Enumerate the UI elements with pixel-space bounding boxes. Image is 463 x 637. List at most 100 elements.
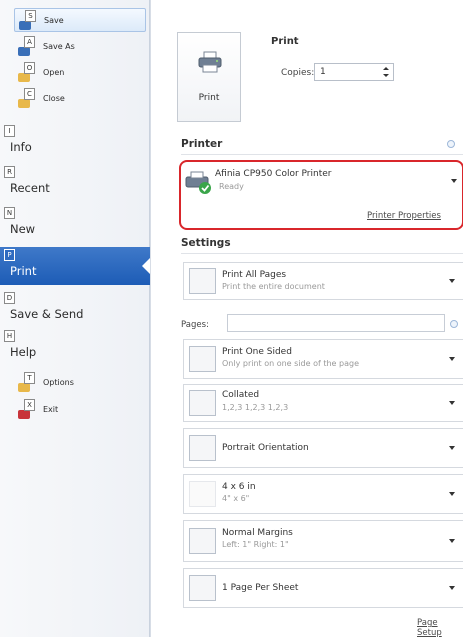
sidebar-item-label: New <box>10 222 36 236</box>
dropdown-title: Portrait Orientation <box>222 443 309 453</box>
pages-label: Pages: <box>181 320 209 330</box>
sidebar-item-label: Recent <box>10 181 50 195</box>
print-pane: Print Print Copies: 1 Printer Afinia CP9… <box>150 0 463 637</box>
shortcut-key: D <box>4 292 15 304</box>
page-icon <box>189 268 216 294</box>
printer-status: Ready <box>219 182 244 191</box>
dropdown-title: Collated <box>222 390 260 400</box>
shortcut-key: R <box>4 166 15 178</box>
copies-spinner[interactable]: 1 <box>314 63 394 81</box>
pages-per-sheet-dropdown[interactable]: 1 Page Per Sheet <box>183 568 463 608</box>
chevron-down-icon <box>449 586 455 590</box>
dropdown-title: Print All Pages <box>222 270 287 280</box>
dropdown-subtitle: Print the entire document <box>222 282 325 291</box>
dropdown-subtitle: 1,2,3 1,2,3 1,2,3 <box>222 403 289 412</box>
printer-icon <box>198 51 222 73</box>
printer-properties-link[interactable]: Printer Properties <box>367 211 441 221</box>
divider <box>181 253 463 254</box>
shortcut-key: N <box>4 207 15 219</box>
dropdown-subtitle: Only print on one side of the page <box>222 359 359 368</box>
print-button[interactable]: Print <box>177 32 241 122</box>
page-setup-link[interactable]: Page Setup <box>417 618 463 637</box>
printer-ready-icon <box>185 171 211 194</box>
sidebar-item-exit[interactable]: X Exit <box>18 397 58 421</box>
sidebar-item-new[interactable]: N New <box>0 205 150 243</box>
copies-label: Copies: <box>281 68 315 78</box>
folder-open-icon: O <box>18 62 40 82</box>
orientation-dropdown[interactable]: Portrait Orientation <box>183 428 463 468</box>
margins-dropdown[interactable]: Normal Margins Left: 1" Right: 1" <box>183 520 463 562</box>
info-icon[interactable] <box>450 320 458 328</box>
sidebar-item-info[interactable]: I Info <box>0 123 150 161</box>
sidebar-item-label: Exit <box>43 404 59 414</box>
sidebar-item-label: Save As <box>43 41 75 51</box>
sidebar-item-label: Print <box>10 264 37 278</box>
shortcut-key: S <box>25 10 36 22</box>
print-button-label: Print <box>198 93 220 103</box>
sidebar-item-save[interactable]: S Save <box>14 8 146 32</box>
shortcut-key: P <box>4 249 15 261</box>
copies-value: 1 <box>320 67 326 77</box>
chevron-down-icon <box>449 539 455 543</box>
print-heading: Print <box>271 36 299 47</box>
dropdown-title: 1 Page Per Sheet <box>222 583 299 593</box>
sidebar-item-save-as[interactable]: A Save As <box>18 34 75 58</box>
sidebar-item-save-send[interactable]: D Save & Send <box>0 290 150 328</box>
printer-dropdown[interactable]: Afinia CP950 Color Printer Ready <box>185 165 457 201</box>
collated-icon <box>189 390 216 416</box>
folder-close-icon: C <box>18 88 40 108</box>
shortcut-key: I <box>4 125 15 137</box>
sidebar-item-label: Close <box>43 93 65 103</box>
portrait-icon <box>189 435 216 461</box>
printer-heading: Printer <box>181 138 223 150</box>
paper-size-dropdown[interactable]: 4 x 6 in 4" x 6" <box>183 474 463 514</box>
options-icon: T <box>18 372 40 392</box>
shortcut-key: O <box>24 62 35 74</box>
divider <box>181 154 463 155</box>
save-as-icon: A <box>18 36 40 56</box>
paper-size-icon <box>189 481 216 507</box>
sidebar-item-open[interactable]: O Open <box>18 60 64 84</box>
dropdown-subtitle: 4" x 6" <box>222 494 250 503</box>
shortcut-key: A <box>24 36 35 48</box>
chevron-down-icon <box>449 401 455 405</box>
sidebar-item-options[interactable]: T Options <box>18 370 74 394</box>
dropdown-subtitle: Left: 1" Right: 1" <box>222 540 289 549</box>
sidebar-item-close[interactable]: C Close <box>18 86 65 110</box>
dropdown-title: Normal Margins <box>222 528 293 538</box>
backstage-sidebar: S Save A Save As O Open C Close I Info R… <box>0 0 151 637</box>
dropdown-title: 4 x 6 in <box>222 482 256 492</box>
shortcut-key: X <box>24 399 35 411</box>
collation-dropdown[interactable]: Collated 1,2,3 1,2,3 1,2,3 <box>183 384 463 422</box>
exit-icon: X <box>18 399 40 419</box>
sidebar-item-print[interactable]: P Print <box>0 247 151 285</box>
sidebar-item-label: Help <box>10 345 37 359</box>
save-icon: S <box>19 10 41 30</box>
shortcut-key: H <box>4 330 15 342</box>
chevron-down-icon <box>449 446 455 450</box>
chevron-down-icon <box>451 179 457 183</box>
pages-per-sheet-icon <box>189 575 216 601</box>
spinner-arrows-icon[interactable] <box>383 66 389 78</box>
chevron-down-icon <box>449 357 455 361</box>
sidebar-item-label: Save & Send <box>10 307 84 321</box>
sidebar-item-label: Save <box>44 15 64 25</box>
print-what-dropdown[interactable]: Print All Pages Print the entire documen… <box>183 262 463 300</box>
printer-name: Afinia CP950 Color Printer <box>215 169 332 179</box>
sides-dropdown[interactable]: Print One Sided Only print on one side o… <box>183 339 463 379</box>
sidebar-item-label: Info <box>10 140 32 154</box>
one-sided-icon <box>189 346 216 372</box>
chevron-down-icon <box>449 279 455 283</box>
shortcut-key: C <box>24 88 35 100</box>
shortcut-key: T <box>24 372 35 384</box>
margins-icon <box>189 528 216 554</box>
sidebar-item-recent[interactable]: R Recent <box>0 164 150 202</box>
settings-heading: Settings <box>181 237 231 249</box>
sidebar-item-help[interactable]: H Help <box>0 328 150 366</box>
chevron-down-icon <box>449 492 455 496</box>
pages-input[interactable] <box>227 314 445 332</box>
sidebar-item-label: Open <box>43 67 65 77</box>
sidebar-item-label: Options <box>43 377 74 387</box>
dropdown-title: Print One Sided <box>222 347 292 357</box>
info-icon[interactable] <box>447 140 455 148</box>
